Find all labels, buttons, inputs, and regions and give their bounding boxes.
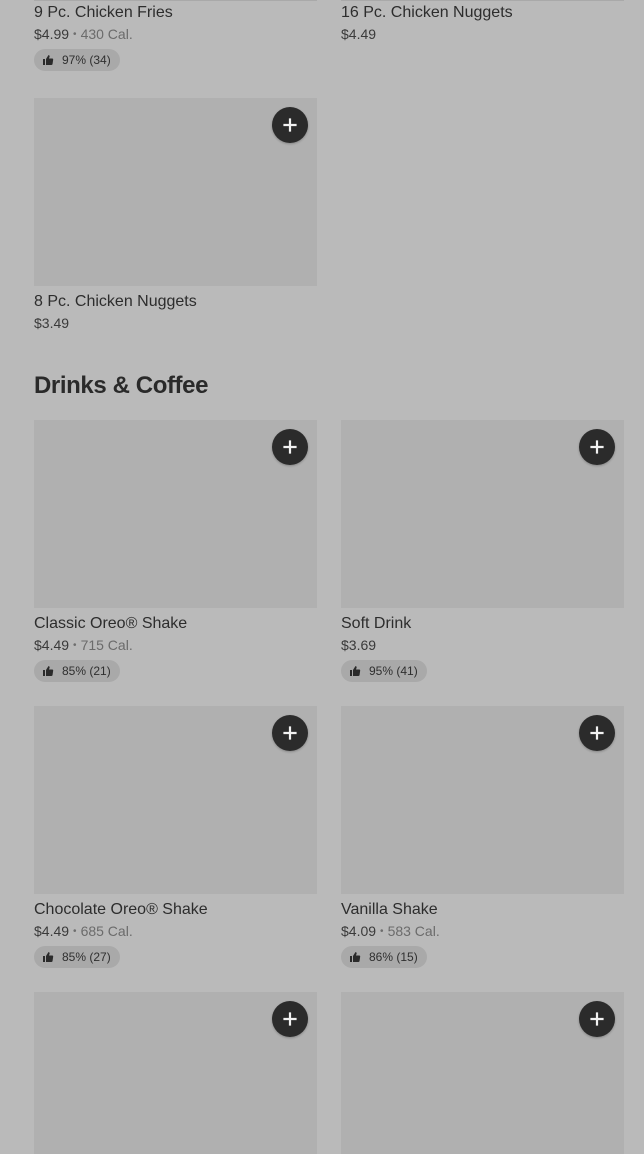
- menu-item-price-line: $3.69: [341, 637, 624, 654]
- menu-item-calories: 430 Cal.: [80, 26, 133, 42]
- menu-item-meta: Chocolate Oreo® Shake $4.49 • 685 Cal. 85%…: [34, 894, 317, 968]
- rating-badge: 85% (21): [34, 660, 120, 682]
- thumbs-up-icon: [43, 55, 54, 65]
- card-top-edge: [341, 0, 624, 1]
- thumbs-up-icon: [43, 952, 54, 962]
- menu-item-image[interactable]: [34, 420, 317, 608]
- thumbs-up-icon: [350, 952, 361, 962]
- plus-icon: [283, 726, 297, 740]
- add-to-cart-button[interactable]: [272, 1001, 308, 1037]
- card-top-edge: [34, 0, 317, 1]
- add-to-cart-button[interactable]: [272, 715, 308, 751]
- plus-icon: [590, 440, 604, 454]
- separator-dot: •: [73, 926, 77, 937]
- separator-dot: •: [380, 926, 384, 937]
- menu-item-price-line: $4.49 • 685 Cal.: [34, 923, 317, 940]
- plus-icon: [590, 726, 604, 740]
- menu-item-image[interactable]: [34, 992, 317, 1154]
- section-title: Drinks & Coffee: [34, 372, 209, 399]
- rating-badge: 95% (41): [341, 660, 427, 682]
- menu-item-card[interactable]: [341, 992, 624, 1154]
- menu-item-price: $4.49: [34, 923, 70, 939]
- rating-text: 86% (15): [369, 950, 418, 964]
- menu-item-meta: Soft Drink $3.69 95% (41): [341, 608, 624, 682]
- menu-item-card-nuggets-8[interactable]: 8 Pc. Chicken Nuggets $3.49: [34, 98, 317, 332]
- rating-text: 85% (21): [62, 664, 111, 678]
- menu-item-name: Vanilla Shake: [341, 901, 438, 918]
- menu-item-name: 9 Pc. Chicken Fries: [34, 4, 173, 21]
- menu-item-card-classic-oreo-shake[interactable]: Classic Oreo® Shake $4.49 • 715 Cal. 85% (…: [34, 420, 317, 682]
- thumbs-up-icon: [43, 666, 54, 676]
- plus-icon: [590, 1012, 604, 1026]
- menu-item-price: $4.49: [34, 637, 70, 653]
- menu-item-price: $4.09: [341, 923, 377, 939]
- menu-item-image[interactable]: [341, 420, 624, 608]
- plus-icon: [283, 1012, 297, 1026]
- menu-item-image[interactable]: [34, 98, 317, 286]
- rating-badge: 85% (27): [34, 946, 120, 968]
- menu-item-card-chicken-fries[interactable]: 9 Pc. Chicken Fries $4.99 • 430 Cal. 97% (…: [34, 3, 317, 71]
- menu-item-price: $3.49: [34, 315, 70, 331]
- menu-item-calories: 715 Cal.: [80, 637, 133, 653]
- menu-item-card-chocolate-oreo-shake[interactable]: Chocolate Oreo® Shake $4.49 • 685 Cal. 85%…: [34, 706, 317, 968]
- separator-dot: •: [73, 640, 77, 651]
- menu-item-meta: 16 Pc. Chicken Nuggets $4.49: [341, 3, 624, 43]
- rating-text: 85% (27): [62, 950, 111, 964]
- plus-icon: [283, 440, 297, 454]
- add-to-cart-button[interactable]: [579, 1001, 615, 1037]
- menu-item-price: $4.99: [34, 26, 70, 42]
- menu-item-price-line: $3.49: [34, 315, 317, 332]
- menu-item-name: Classic Oreo® Shake: [34, 615, 188, 632]
- menu-item-price: $3.69: [341, 637, 377, 653]
- add-to-cart-button[interactable]: [272, 429, 308, 465]
- menu-item-calories: 685 Cal.: [80, 923, 133, 939]
- menu-item-image[interactable]: [341, 992, 624, 1154]
- menu-item-meta: Classic Oreo® Shake $4.49 • 715 Cal. 85% (…: [34, 608, 317, 682]
- menu-item-name: Soft Drink: [341, 615, 412, 632]
- menu-item-name: 16 Pc. Chicken Nuggets: [341, 4, 513, 21]
- menu-item-name: 8 Pc. Chicken Nuggets: [34, 293, 197, 310]
- rating-text: 95% (41): [369, 664, 418, 678]
- menu-item-card-nuggets-16[interactable]: 16 Pc. Chicken Nuggets $4.49: [341, 3, 624, 43]
- menu-item-image[interactable]: [341, 706, 624, 894]
- menu-item-price: $4.49: [341, 26, 377, 42]
- menu-item-meta: Vanilla Shake $4.09 • 583 Cal. 86% (15): [341, 894, 624, 968]
- menu-item-price-line: $4.49: [341, 26, 624, 43]
- menu-item-card[interactable]: [34, 992, 317, 1154]
- menu-item-price-line: $4.49 • 715 Cal.: [34, 637, 317, 654]
- separator-dot: •: [73, 29, 77, 40]
- menu-item-card-vanilla-shake[interactable]: Vanilla Shake $4.09 • 583 Cal. 86% (15): [341, 706, 624, 968]
- menu-item-meta: 9 Pc. Chicken Fries $4.99 • 430 Cal. 97% (…: [34, 3, 317, 71]
- menu-item-meta: 8 Pc. Chicken Nuggets $3.49: [34, 286, 317, 332]
- rating-text: 97% (34): [62, 53, 111, 67]
- menu-item-card-soft-drink[interactable]: Soft Drink $3.69 95% (41): [341, 420, 624, 682]
- menu-item-calories: 583 Cal.: [387, 923, 440, 939]
- add-to-cart-button[interactable]: [579, 715, 615, 751]
- menu-item-name: Chocolate Oreo® Shake: [34, 901, 208, 918]
- menu-item-image[interactable]: [34, 706, 317, 894]
- menu-item-price-line: $4.99 • 430 Cal.: [34, 26, 317, 43]
- add-to-cart-button[interactable]: [579, 429, 615, 465]
- thumbs-up-icon: [350, 666, 361, 676]
- rating-badge: 86% (15): [341, 946, 427, 968]
- plus-icon: [283, 118, 297, 132]
- rating-badge: 97% (34): [34, 49, 120, 71]
- menu-item-price-line: $4.09 • 583 Cal.: [341, 923, 624, 940]
- add-to-cart-button[interactable]: [272, 107, 308, 143]
